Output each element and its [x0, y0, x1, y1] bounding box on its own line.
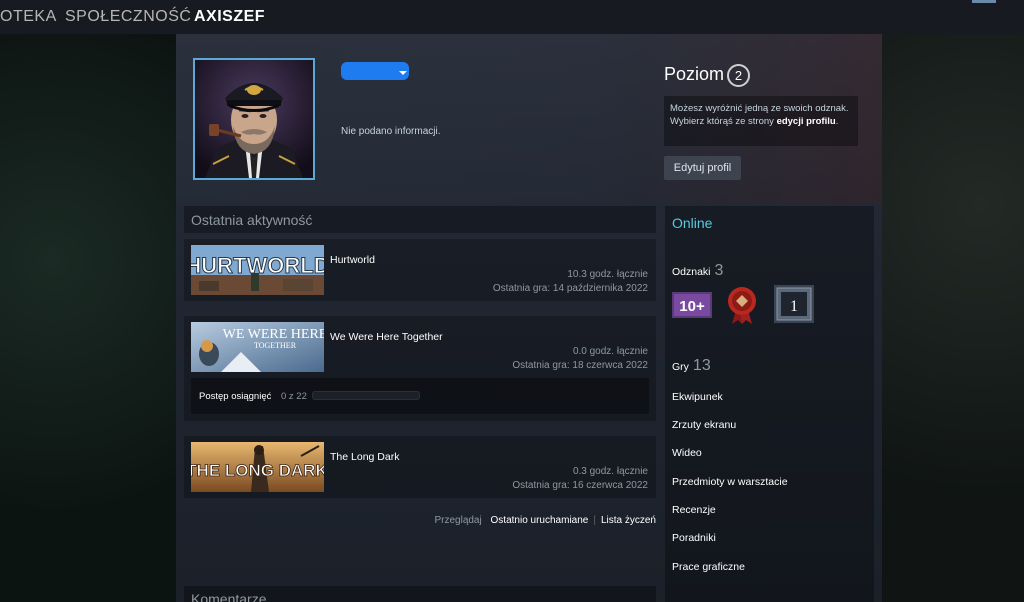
hurtworld-capsule-art: HURTWORLD [191, 245, 324, 295]
sidebar-link-videos[interactable]: Wideo [672, 447, 702, 459]
games-count: 13 [692, 357, 711, 374]
games-link[interactable]: Gry 13 [672, 357, 711, 375]
browse-label: Przeglądaj [434, 515, 482, 526]
edit-profile-button[interactable]: Edytuj profil [664, 156, 741, 180]
game-hours: 0.0 godz. łącznie [572, 346, 648, 357]
recently-played-link[interactable]: Ostatnio uruchamiane [491, 515, 589, 526]
top-navigation: OTEKA SPOŁECZNOŚĆ AXISZEF [0, 0, 1024, 34]
badges-label: Odznaki [672, 266, 711, 278]
sidebar-link-artwork[interactable]: Prace graficzne [672, 561, 745, 573]
game-capsule-the-long-dark[interactable]: THE LONG DARK [191, 442, 324, 492]
game-row-we-were-here-together: WE WERE HERE TOGETHER We Were Here Toget… [184, 316, 656, 421]
comments-title: Komentarze [191, 591, 267, 602]
game-hours: 0.3 godz. łącznie [572, 466, 648, 477]
level-badge[interactable]: 2 [727, 64, 750, 87]
game-last-played: Ostatnia gra: 16 czerwca 2022 [512, 480, 648, 491]
badge-game-collector-icon[interactable]: 10+ [672, 292, 712, 323]
link-separator: | [593, 515, 596, 526]
edit-profile-link[interactable]: edycji profilu [777, 116, 836, 127]
we-were-here-capsule-art: WE WERE HERE TOGETHER [191, 322, 324, 372]
nav-username[interactable]: AXISZEF [194, 8, 265, 26]
wishlist-link[interactable]: Lista życzeń [601, 515, 656, 526]
achievement-progress-bar [312, 391, 420, 400]
badge-hint-end: . [835, 116, 839, 127]
online-status: Online [672, 215, 713, 231]
sidebar-link-screenshots[interactable]: Zrzuty ekranu [672, 419, 736, 431]
game-name[interactable]: We Were Here Together [330, 331, 443, 343]
left-background [0, 34, 176, 602]
the-long-dark-capsule-art: THE LONG DARK [191, 442, 324, 492]
nav-community[interactable]: SPOŁECZNOŚĆ [65, 8, 191, 26]
capsule-subtitle-together: TOGETHER [254, 341, 297, 350]
capsule-title-the-long-dark: THE LONG DARK [191, 461, 324, 480]
badge-seal-icon[interactable] [724, 286, 760, 329]
game-name[interactable]: The Long Dark [330, 451, 399, 463]
games-label: Gry [672, 361, 689, 373]
game-last-played: Ostatnia gra: 14 października 2022 [492, 283, 648, 294]
avatar[interactable] [193, 58, 315, 180]
level-label: Poziom [664, 64, 725, 84]
game-last-played: Ostatnia gra: 18 czerwca 2022 [512, 360, 648, 371]
badge-years-service-icon[interactable]: 1 [774, 285, 814, 328]
achievement-count: 0 z 22 [281, 391, 307, 402]
browse-links: Przeglądaj Ostatnio uruchamiane | Lista ży… [434, 515, 656, 526]
game-name[interactable]: Hurtworld [330, 254, 375, 266]
right-background [882, 34, 1024, 602]
game-row-the-long-dark: THE LONG DARK The Long Dark 0.3 godz. łą… [184, 436, 656, 498]
capsule-title-we-were-here: WE WERE HERE [223, 327, 324, 342]
game-capsule-we-were-here-together[interactable]: WE WERE HERE TOGETHER [191, 322, 324, 372]
game-row-hurtworld: HURTWORLD Hurtworld 10.3 godz. łącznie O… [184, 239, 656, 301]
badges-count: 3 [714, 262, 724, 279]
chevron-down-icon [399, 71, 407, 75]
comments-header: Komentarze [184, 586, 656, 602]
badge-level-text: 10+ [679, 298, 705, 315]
game-hours: 10.3 godz. łącznie [567, 269, 648, 280]
sidebar-link-workshop[interactable]: Przedmioty w warsztacie [672, 476, 788, 488]
nav-library[interactable]: OTEKA [0, 8, 57, 26]
badges-link[interactable]: Odznaki 3 [672, 262, 723, 280]
featured-badge-hint: Możesz wyróżnić jedną ze swoich odznak. … [664, 96, 858, 146]
achievement-progress-label: Postęp osiągnięć [199, 391, 272, 402]
game-capsule-hurtworld[interactable]: HURTWORLD [191, 245, 324, 295]
profile-summary: Nie podano informacji. [341, 126, 441, 137]
recent-activity-header: Ostatnia aktywność [184, 206, 656, 233]
capsule-title-hurtworld: HURTWORLD [191, 253, 324, 278]
sidebar-link-guides[interactable]: Poradniki [672, 532, 716, 544]
achievement-progress-box[interactable]: Postęp osiągnięć 0 z 22 [191, 378, 649, 414]
badge-box-text: 1 [790, 298, 798, 315]
persona-name-redacted[interactable] [341, 62, 409, 80]
sidebar-link-inventory[interactable]: Ekwipunek [672, 391, 723, 403]
corner-button[interactable] [972, 0, 996, 3]
avatar-portrait [195, 60, 313, 178]
sidebar-link-reviews[interactable]: Recenzje [672, 504, 716, 516]
